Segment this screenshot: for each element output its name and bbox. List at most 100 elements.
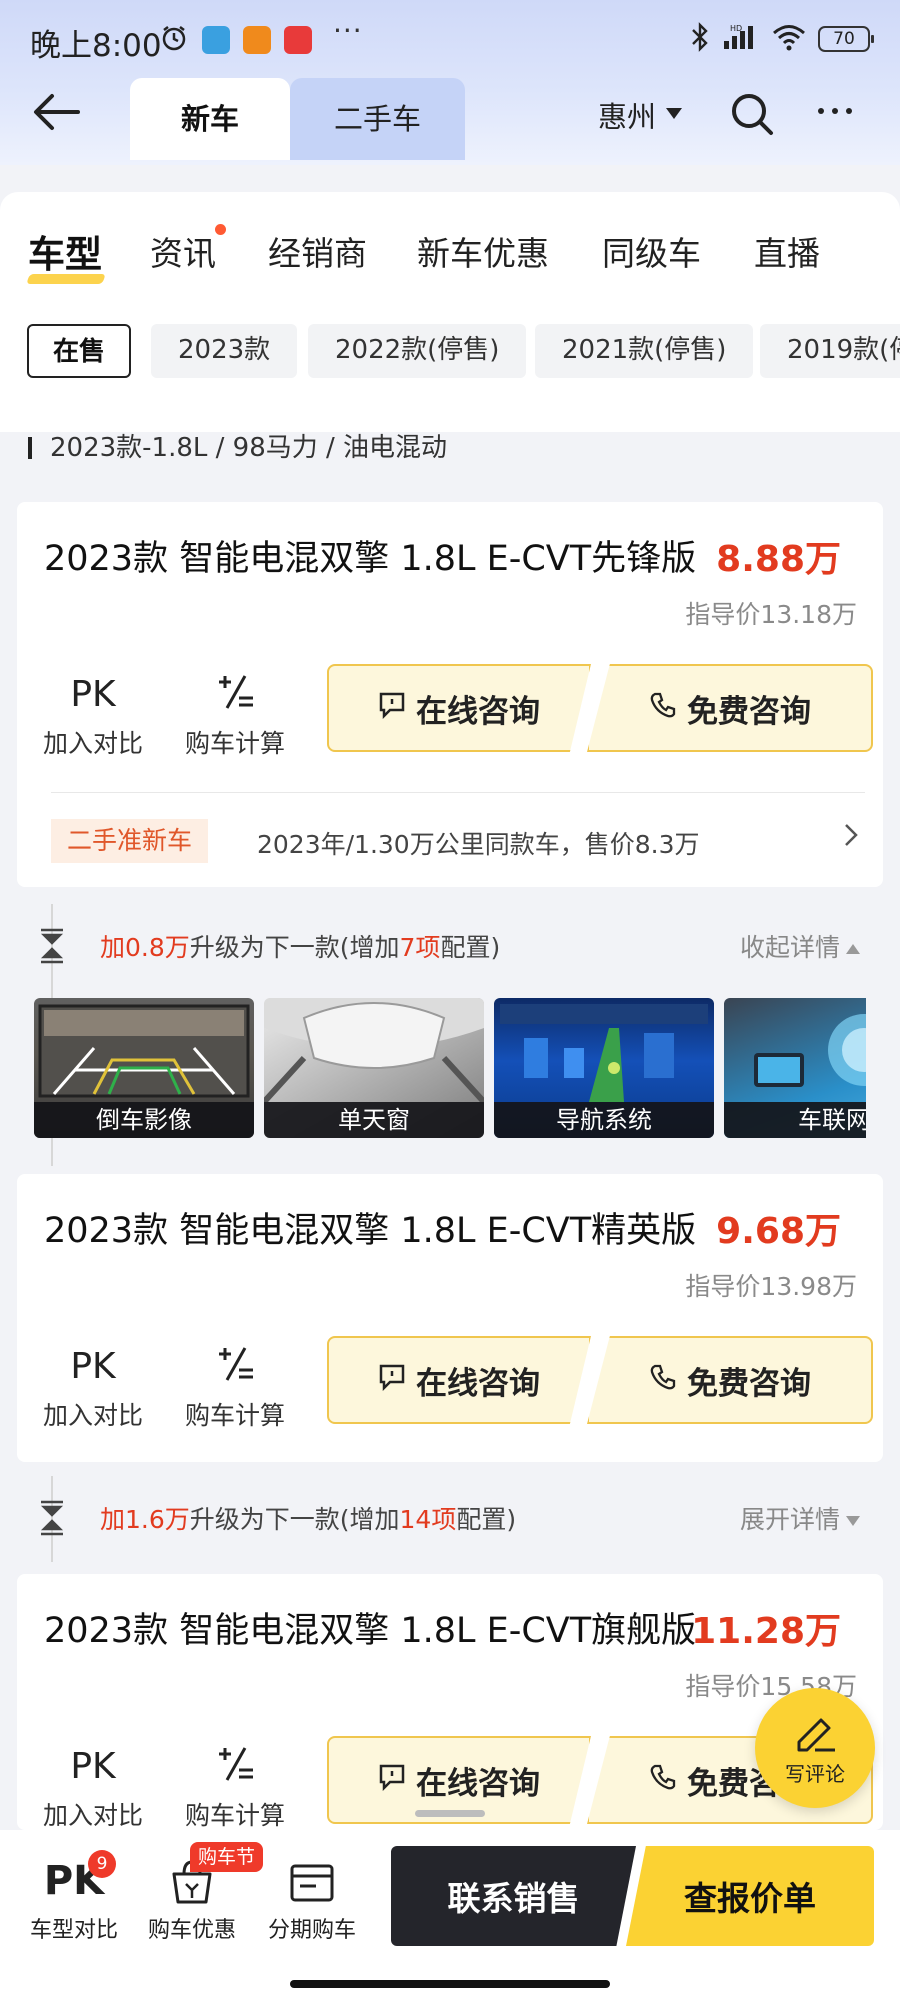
car-compare-label: 车型对比 xyxy=(29,1918,118,1943)
compress-icon xyxy=(39,1500,65,1540)
upgrade-strip: 加1.6万升级为下一款(增加14项配置) 展开详情 xyxy=(0,1476,900,1562)
search-icon[interactable] xyxy=(730,92,774,140)
write-comment-button[interactable]: 写评论 xyxy=(755,1688,875,1808)
caret-up-icon xyxy=(846,944,860,954)
tab-models[interactable]: 车型 xyxy=(28,224,102,278)
app-notification-icon xyxy=(202,26,230,54)
car-calculator-button[interactable]: 购车计算 xyxy=(175,672,295,760)
feature-card[interactable]: 导航系统 xyxy=(494,998,714,1138)
upgrade-text: 加0.8万升级为下一款(增加7项配置) xyxy=(100,928,500,964)
tab-live[interactable]: 直播 xyxy=(754,227,820,275)
status-right: HD 70 xyxy=(690,22,874,56)
navigation-image xyxy=(500,1004,708,1102)
pk-icon: PK xyxy=(70,674,116,715)
year-filter-on-sale[interactable]: 在售 xyxy=(27,324,132,378)
car-discount-button[interactable]: 购车节 购车优惠 xyxy=(146,1842,264,1944)
feature-label: 单天窗 xyxy=(264,1102,484,1138)
car-name[interactable]: 2023款 智能电混双擎 1.8L E-CVT精英版 xyxy=(44,1202,696,1253)
expand-details-button[interactable]: 展开详情 xyxy=(740,1500,860,1536)
year-filter-2023[interactable]: 2023款 xyxy=(151,324,298,378)
compress-icon xyxy=(39,928,65,968)
feature-label: 倒车影像 xyxy=(34,1102,254,1138)
home-indicator xyxy=(290,1980,610,1988)
feature-card[interactable]: 倒车影像 xyxy=(34,998,254,1138)
tab-similar-cars[interactable]: 同级车 xyxy=(602,227,701,275)
car-compare-button[interactable]: PK 9 车型对比 xyxy=(28,1850,120,1944)
year-filter-2021[interactable]: 2021款(停售) xyxy=(535,324,754,378)
caret-down-icon[interactable] xyxy=(666,108,682,119)
car-card[interactable]: 2023款 智能电混双擎 1.8L E-CVT先锋版 8.88万 指导价13.1… xyxy=(17,502,883,887)
upgrade-mid: 升级为下一款(增加 xyxy=(189,1505,400,1534)
feature-card[interactable]: 单天窗 xyxy=(264,998,484,1138)
get-quote-button[interactable]: 查报价单 xyxy=(626,1846,874,1946)
bluetooth-icon xyxy=(690,22,710,56)
upgrade-mid: 升级为下一款(增加 xyxy=(189,933,400,962)
car-card[interactable]: 2023款 智能电混双擎 1.8L E-CVT精英版 9.68万 指导价13.9… xyxy=(17,1174,883,1462)
upgrade-count: 7项 xyxy=(399,933,441,962)
add-compare-button[interactable]: PK 加入对比 xyxy=(33,1344,153,1432)
free-consult-button[interactable]: 免费咨询 xyxy=(587,664,873,752)
pen-icon xyxy=(791,1710,839,1758)
chevron-right-icon[interactable] xyxy=(843,821,859,857)
alarm-icon xyxy=(160,24,188,56)
free-consult-button[interactable]: 免费咨询 xyxy=(587,1336,873,1424)
online-consult-label: 在线咨询 xyxy=(416,1365,540,1402)
top-tabs: 新车 二手车 xyxy=(130,78,465,160)
city-selector[interactable]: 惠州 xyxy=(598,94,656,136)
feature-label: 导航系统 xyxy=(494,1102,714,1138)
chat-icon xyxy=(378,1363,406,1398)
car-calculator-label: 购车计算 xyxy=(184,1801,285,1830)
year-filter-bar: 在售 2023款 2022款(停售) 2021款(停售) 2019款(停 xyxy=(27,324,900,378)
car-calculator-button[interactable]: 购车计算 xyxy=(175,1744,295,1832)
upgrade-price: 加0.8万 xyxy=(100,933,190,962)
car-calculator-button[interactable]: 购车计算 xyxy=(175,1344,295,1432)
tab-new-car[interactable]: 新车 xyxy=(130,78,290,160)
status-bar: 晚上8:00 ··· HD 70 xyxy=(0,0,900,76)
tab-new-car-deals[interactable]: 新车优惠 xyxy=(417,227,549,275)
compare-count-badge: 9 xyxy=(88,1850,116,1878)
upgrade-count: 14项 xyxy=(399,1505,457,1534)
more-notifications-icon: ··· xyxy=(333,14,363,47)
collapse-details-button[interactable]: 收起详情 xyxy=(740,928,860,964)
car-price: 11.28万 xyxy=(691,1611,841,1652)
tab-dealers[interactable]: 经销商 xyxy=(268,227,367,275)
used-car-tag: 二手准新车 xyxy=(51,819,209,863)
online-consult-button[interactable]: 在线咨询 xyxy=(327,664,591,752)
filter-panel: 车型 资讯 经销商 新车优惠 同级车 直播 在售 2023款 2022款(停售)… xyxy=(0,192,900,432)
add-compare-button[interactable]: PK 加入对比 xyxy=(33,1744,153,1832)
chat-icon xyxy=(378,1763,406,1798)
app-notification-icon xyxy=(284,26,312,54)
add-compare-button[interactable]: PK 加入对比 xyxy=(33,672,153,760)
tab-news[interactable]: 资讯 xyxy=(150,227,216,275)
back-arrow-icon[interactable] xyxy=(32,92,80,136)
car-name[interactable]: 2023款 智能电混双擎 1.8L E-CVT先锋版 xyxy=(44,530,696,581)
free-consult-label: 免费咨询 xyxy=(687,1365,811,1402)
guide-price: 指导价13.18万 xyxy=(685,600,857,629)
feature-card[interactable]: 车联网 xyxy=(724,998,866,1138)
car-card[interactable]: 2023款 智能电混双擎 1.8L E-CVT旗舰版 11.28万 指导价15.… xyxy=(17,1574,883,1830)
sunroof-image xyxy=(264,998,484,1105)
calculator-icon xyxy=(175,1744,295,1790)
car-price: 8.88万 xyxy=(716,539,841,580)
top-header: 晚上8:00 ··· HD 70 新车 二手车 惠州 xyxy=(0,0,900,165)
chat-icon xyxy=(378,691,406,726)
tab-used-car[interactable]: 二手车 xyxy=(290,78,465,160)
wifi-icon xyxy=(772,23,806,55)
online-consult-button[interactable]: 在线咨询 xyxy=(327,1336,591,1424)
used-car-row[interactable]: 二手准新车 2023年/1.30万公里同款车，售价8.3万 xyxy=(51,792,865,882)
more-menu-icon[interactable] xyxy=(818,108,852,114)
used-car-desc: 2023年/1.30万公里同款车，售价8.3万 xyxy=(257,830,700,859)
write-comment-label: 写评论 xyxy=(785,1762,845,1786)
pk-icon: PK xyxy=(70,1346,116,1387)
svg-text:HD: HD xyxy=(730,24,742,33)
installment-label: 分期购车 xyxy=(267,1918,356,1943)
year-filter-2019[interactable]: 2019款(停 xyxy=(760,324,900,378)
upgrade-price: 加1.6万 xyxy=(100,1505,190,1534)
installment-button[interactable]: 分期购车 xyxy=(266,1854,358,1944)
pk-icon: PK xyxy=(70,1746,116,1787)
signal-icon: HD xyxy=(722,23,760,55)
year-filter-2022[interactable]: 2022款(停售) xyxy=(308,324,527,378)
contact-sales-button[interactable]: 联系销售 xyxy=(391,1846,636,1946)
connected-car-image xyxy=(754,1014,866,1087)
car-name[interactable]: 2023款 智能电混双擎 1.8L E-CVT旗舰版 xyxy=(44,1602,696,1653)
